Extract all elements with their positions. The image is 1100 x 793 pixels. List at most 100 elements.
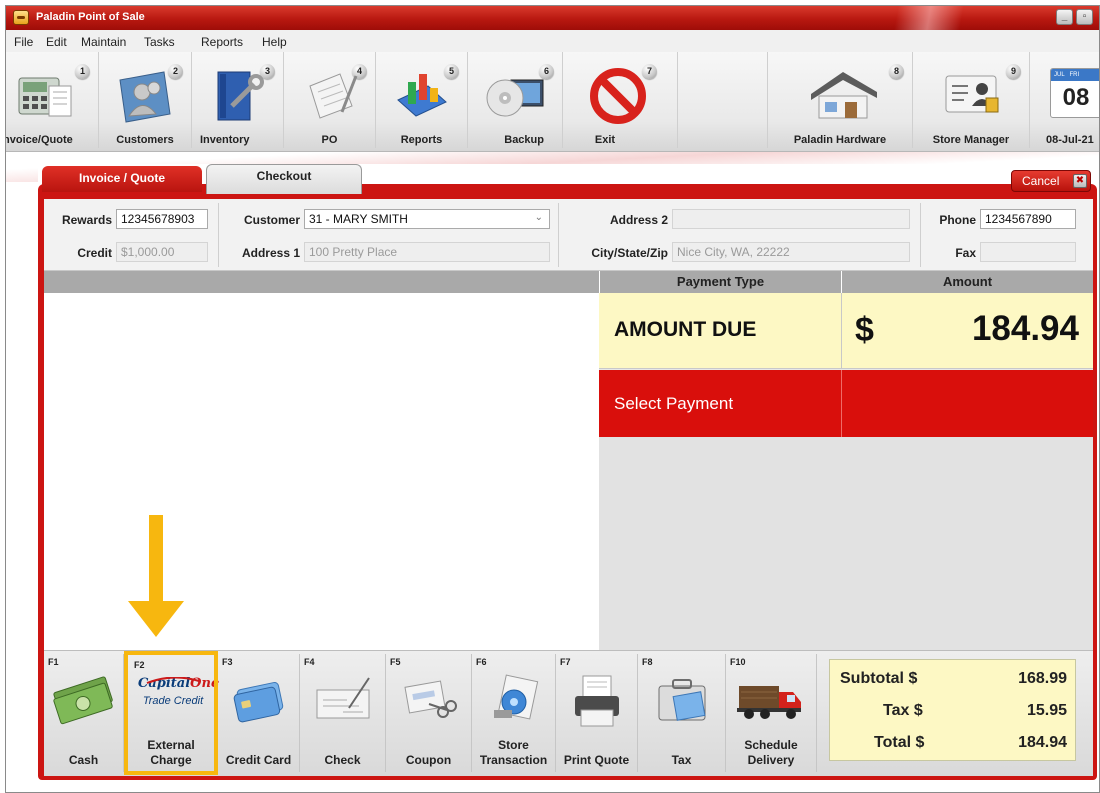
totals-panel: Subtotal $ 168.99 Tax $ 15.95 Total $ 18… <box>829 659 1076 761</box>
customer-info: Rewards Credit Customer 31 - MARY SMITH … <box>44 199 1093 271</box>
printer-icon <box>574 675 619 727</box>
menu-file[interactable]: File <box>14 35 33 49</box>
toolbar-label: Exit <box>594 134 616 146</box>
store-icon <box>811 72 877 119</box>
payment-buttons-bar: F1 Cash F2 CapitalOne Trade Credit Exter… <box>44 650 1093 776</box>
close-icon: ✖ <box>1073 174 1087 188</box>
toolbar-label: Invoice/Quote <box>5 134 73 146</box>
cancel-label: Cancel <box>1022 174 1060 188</box>
credit-card-icon <box>233 681 283 723</box>
cancel-button[interactable]: Cancel ✖ <box>1011 170 1091 192</box>
toolbar-invoice-quote[interactable]: 1 Invoice/Quote <box>6 52 99 148</box>
city-state-zip-field <box>672 242 910 262</box>
app-window: Paladin Point of Sale _ ▫ File Edit Main… <box>5 5 1100 793</box>
fkey-label: F4 <box>304 657 315 667</box>
cash-icon <box>52 676 113 725</box>
rewards-field[interactable] <box>116 209 208 229</box>
main-toolbar: 1 Invoice/Quote 2 Customers 3 Inventory … <box>6 52 1099 152</box>
chevron-down-icon: ⌄ <box>534 212 543 223</box>
credit-label: Credit <box>77 246 112 260</box>
address2-field <box>672 209 910 229</box>
store-transaction-icon <box>493 674 538 720</box>
menu-tasks[interactable]: Tasks <box>144 35 175 49</box>
fax-label: Fax <box>955 246 976 260</box>
reports-icon <box>396 74 447 117</box>
amount-due-row: AMOUNT DUE $ 184.94 <box>599 293 1093 369</box>
shortcut-badge: 8 <box>889 64 904 79</box>
address2-label: Address 2 <box>609 213 668 227</box>
print-quote-button[interactable]: F7 Print Quote <box>556 654 638 772</box>
tab-checkout[interactable]: Checkout <box>206 164 362 194</box>
total-value: 184.94 <box>1018 734 1067 751</box>
calendar-strip: JUL FRI <box>1051 69 1099 81</box>
total-label: Total $ <box>874 734 925 751</box>
toolbar-label: Paladin Hardware <box>793 134 887 146</box>
phone-label: Phone <box>939 213 976 227</box>
coupon-button[interactable]: F5 Coupon <box>386 654 472 772</box>
checkout-content: Rewards Credit Customer 31 - MARY SMITH … <box>44 199 1093 776</box>
calendar-icon: JUL FRI 08 <box>1050 68 1099 118</box>
customer-value: 31 - MARY SMITH <box>309 212 408 226</box>
fkey-label: F8 <box>642 657 653 667</box>
calendar-date: 08-Jul-21 <box>1046 134 1094 146</box>
restore-button[interactable]: ▫ <box>1076 9 1093 25</box>
coupon-icon <box>403 680 457 718</box>
divider <box>841 293 842 369</box>
column-header-payment-type: Payment Type <box>599 271 841 293</box>
amount-due-value: 184.94 <box>971 309 1079 348</box>
menu-edit[interactable]: Edit <box>46 35 67 49</box>
title-swoosh <box>849 6 1009 30</box>
toolbar-label: PO <box>321 134 338 146</box>
phone-field[interactable] <box>980 209 1076 229</box>
toolbar-store-manager[interactable]: 9 Store Manager <box>913 52 1030 148</box>
highlight-box <box>124 651 218 775</box>
menu-help[interactable]: Help <box>262 35 287 49</box>
tax-button[interactable]: F8 Tax <box>638 654 726 772</box>
credit-card-label: Credit Card <box>225 753 292 767</box>
cash-button[interactable]: F1 Cash <box>44 654 124 772</box>
schedule-delivery-button[interactable]: F10 Schedule Delivery <box>726 654 817 772</box>
currency-symbol: $ <box>855 311 874 349</box>
calendar-day: 08 <box>1062 84 1090 111</box>
toolbar-customers[interactable]: 2 Customers <box>99 52 192 148</box>
minimize-button[interactable]: _ <box>1056 9 1073 25</box>
tax-total-label: Tax $ <box>883 702 923 719</box>
customer-select[interactable]: 31 - MARY SMITH ⌄ <box>304 209 550 229</box>
purchase-order-icon <box>308 73 357 119</box>
shortcut-badge: 9 <box>1006 64 1021 79</box>
coupon-label: Coupon <box>405 753 452 767</box>
fkey-label: F1 <box>48 657 59 667</box>
column-header-amount: Amount <box>841 271 1093 293</box>
toolbar-label: Backup <box>504 134 544 146</box>
tab-invoice-quote[interactable]: Invoice / Quote <box>42 166 202 192</box>
store-transaction-label: Store Transaction <box>479 738 548 767</box>
address1-label: Address 1 <box>241 246 300 260</box>
fkey-label: F3 <box>222 657 233 667</box>
fkey-label: F7 <box>560 657 571 667</box>
toolbar-paladin-hardware[interactable]: 8 Paladin Hardware <box>768 52 913 148</box>
payment-list-empty-area <box>599 437 1093 650</box>
select-payment-row[interactable]: Select Payment <box>599 370 1093 437</box>
shortcut-badge: 1 <box>75 64 90 79</box>
inventory-icon <box>217 71 264 121</box>
menu-reports[interactable]: Reports <box>201 35 243 49</box>
exit-icon <box>590 68 646 124</box>
check-label: Check <box>324 753 361 767</box>
menu-maintain[interactable]: Maintain <box>81 35 126 49</box>
store-transaction-button[interactable]: F6 Store Transaction <box>472 654 556 772</box>
tax-icon <box>658 679 705 721</box>
delivery-truck-icon <box>737 686 801 719</box>
credit-card-button[interactable]: F3 Credit Card <box>218 654 300 772</box>
toolbar-inventory[interactable]: 3 Inventory <box>192 52 284 148</box>
backup-icon <box>486 79 544 117</box>
check-icon <box>316 677 370 719</box>
paladin-app-icon <box>13 10 29 25</box>
amount-due-label: AMOUNT DUE <box>614 318 757 341</box>
rewards-label: Rewards <box>61 213 112 227</box>
toolbar-label: Inventory <box>200 134 250 146</box>
toolbar-calendar[interactable]: JUL FRI 08 08-Jul-21 <box>1030 52 1099 148</box>
check-button[interactable]: F4 Check <box>300 654 386 772</box>
fkey-label: F5 <box>390 657 401 667</box>
toolbar-po[interactable]: 4 PO <box>284 52 376 148</box>
toolbar-exit[interactable]: 7 Exit <box>563 52 678 148</box>
